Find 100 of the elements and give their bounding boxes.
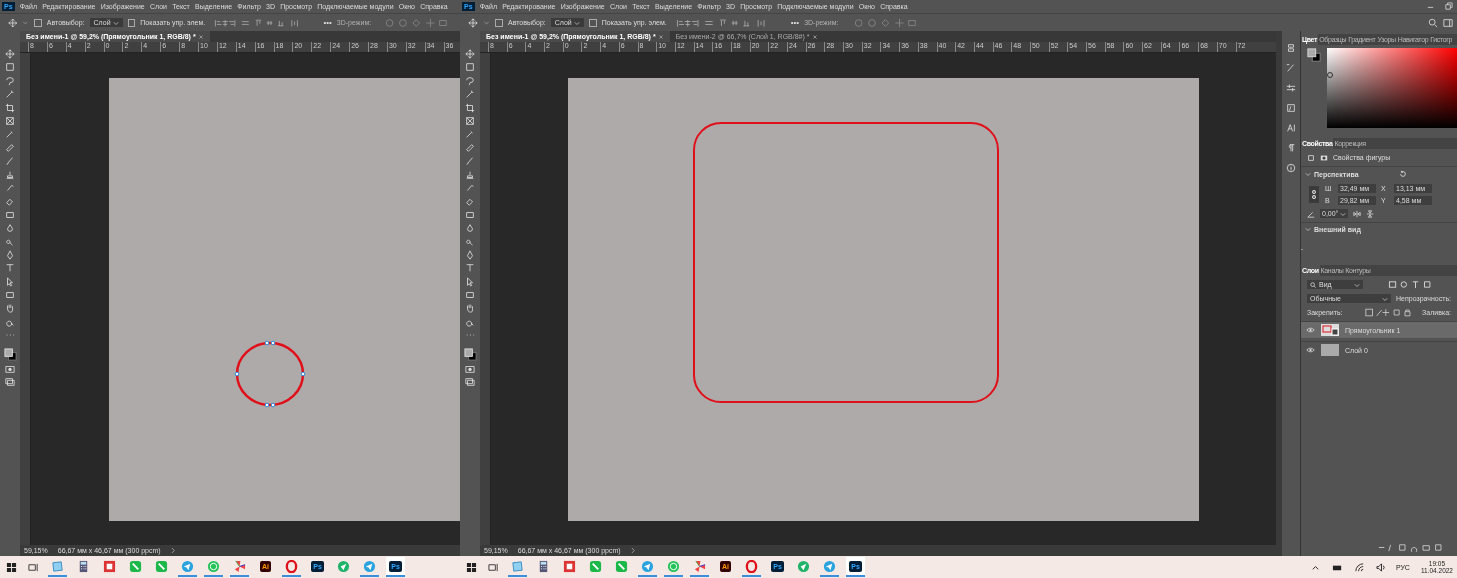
history-brush-icon[interactable] — [465, 182, 475, 193]
pinwheel-icon — [693, 559, 706, 573]
gradient-icon[interactable] — [465, 209, 475, 220]
paper-plane-icon — [337, 559, 350, 573]
chevron-down-icon — [1354, 281, 1360, 288]
rectangle-icon[interactable] — [465, 290, 475, 301]
frame-icon[interactable] — [5, 115, 15, 126]
history-brush-icon[interactable] — [5, 182, 15, 193]
wifi-icon[interactable] — [1353, 561, 1365, 573]
show-controls-checkbox[interactable] — [588, 18, 597, 27]
close-icon[interactable] — [811, 33, 818, 40]
wand-icon[interactable] — [465, 89, 475, 100]
lock-icons-drawing[interactable] — [1365, 308, 1413, 317]
wand-icon[interactable] — [5, 89, 15, 100]
windows-start-icon[interactable] — [6, 561, 17, 573]
fx-icon[interactable] — [1286, 103, 1296, 113]
arrow-icon[interactable] — [5, 276, 15, 287]
mask-icon[interactable] — [1320, 153, 1328, 162]
hand-icon[interactable] — [465, 303, 475, 314]
taskbar-app[interactable] — [282, 557, 301, 577]
autoselect-checkbox[interactable] — [34, 18, 42, 27]
info-icon[interactable] — [1286, 163, 1296, 173]
paper-plane-icon — [641, 559, 654, 573]
rounded-rectangle-shape[interactable] — [693, 122, 999, 403]
shape-icon[interactable] — [1307, 153, 1315, 162]
flip-horizontal-icon[interactable] — [1353, 209, 1362, 218]
pen-icon[interactable] — [5, 249, 15, 260]
eraser-icon[interactable] — [5, 196, 15, 207]
color-picker-field[interactable] — [1327, 48, 1457, 128]
caret-icon[interactable] — [22, 19, 30, 26]
notepad-icon — [51, 559, 64, 573]
chevron-icon[interactable] — [630, 547, 636, 554]
hand-icon[interactable] — [5, 303, 15, 314]
history-icon[interactable] — [1286, 43, 1296, 53]
crop-icon[interactable] — [5, 102, 15, 113]
ring-icon — [285, 559, 298, 573]
pen-icon[interactable] — [465, 249, 475, 260]
lasso-icon[interactable] — [465, 75, 475, 86]
brush-settings-icon[interactable] — [1286, 63, 1296, 73]
bandage-icon[interactable] — [465, 142, 475, 153]
bandage-icon[interactable] — [5, 142, 15, 153]
sliders-icon[interactable] — [1286, 83, 1296, 93]
task-view-icon[interactable] — [28, 561, 39, 573]
color-swatches-icon[interactable] — [463, 347, 477, 361]
stamp-icon[interactable] — [465, 169, 475, 180]
blur-icon[interactable] — [5, 223, 15, 234]
screen-mode-icon[interactable] — [5, 377, 15, 388]
move-icon[interactable] — [465, 49, 475, 59]
character-icon[interactable] — [1286, 123, 1296, 133]
crop-icon[interactable] — [465, 102, 475, 113]
chevron-down-icon — [573, 19, 580, 26]
arrow-icon[interactable] — [465, 276, 475, 287]
ellipse-shape[interactable] — [233, 340, 307, 408]
task-view-icon[interactable] — [488, 561, 499, 573]
reset-icon[interactable] — [1398, 170, 1407, 178]
move-icon[interactable] — [5, 49, 15, 59]
paragraph-icon[interactable] — [1286, 143, 1296, 153]
workspace-icon[interactable] — [1443, 17, 1453, 28]
move-icon[interactable] — [8, 17, 18, 28]
more-options-button[interactable]: ••• — [790, 18, 800, 27]
link-icon[interactable] — [1309, 186, 1319, 203]
square-app-icon — [563, 559, 576, 573]
taskbar-app[interactable] — [742, 557, 761, 577]
windows-start-icon[interactable] — [466, 561, 477, 573]
stamp-icon[interactable] — [5, 169, 15, 180]
search-icon[interactable] — [1428, 17, 1438, 28]
close-icon[interactable] — [197, 33, 204, 40]
eyedropper-icon[interactable] — [5, 129, 15, 140]
type-icon[interactable] — [5, 263, 15, 274]
screen-mode-icon[interactable] — [465, 377, 475, 388]
color-swatches-icon[interactable] — [1307, 48, 1321, 62]
brush-icon[interactable] — [5, 156, 15, 167]
eraser-icon[interactable] — [465, 196, 475, 207]
show-controls-checkbox[interactable] — [127, 18, 136, 27]
frame-icon[interactable] — [465, 115, 475, 126]
color-swatches-icon[interactable] — [3, 347, 17, 361]
paper-plane-icon — [181, 559, 194, 573]
brush-icon[interactable] — [465, 156, 475, 167]
eye-icon[interactable] — [1306, 327, 1315, 333]
eye-icon[interactable] — [1306, 347, 1315, 353]
eyedropper-icon[interactable] — [465, 129, 475, 140]
more-options-button[interactable]: ••• — [323, 18, 332, 27]
marquee-icon[interactable] — [465, 62, 475, 73]
speaker-icon[interactable] — [1375, 561, 1387, 573]
gradient-icon[interactable] — [5, 209, 15, 220]
type-icon[interactable] — [465, 263, 475, 274]
chevron-icon[interactable] — [170, 547, 176, 554]
phone-icon — [129, 559, 142, 573]
flip-vertical-icon[interactable] — [1366, 209, 1375, 218]
close-icon[interactable] — [657, 33, 664, 40]
quick-mask-icon[interactable] — [5, 364, 15, 374]
marquee-icon[interactable] — [5, 62, 15, 73]
restore-icon[interactable] — [1444, 2, 1453, 11]
blur-icon[interactable] — [465, 223, 475, 234]
move-icon[interactable] — [468, 17, 478, 28]
quick-mask-icon[interactable] — [465, 364, 475, 374]
rectangle-icon[interactable] — [5, 290, 15, 301]
autoselect-checkbox[interactable] — [495, 18, 503, 27]
lasso-icon[interactable] — [5, 75, 15, 86]
calculator-icon — [537, 559, 550, 573]
